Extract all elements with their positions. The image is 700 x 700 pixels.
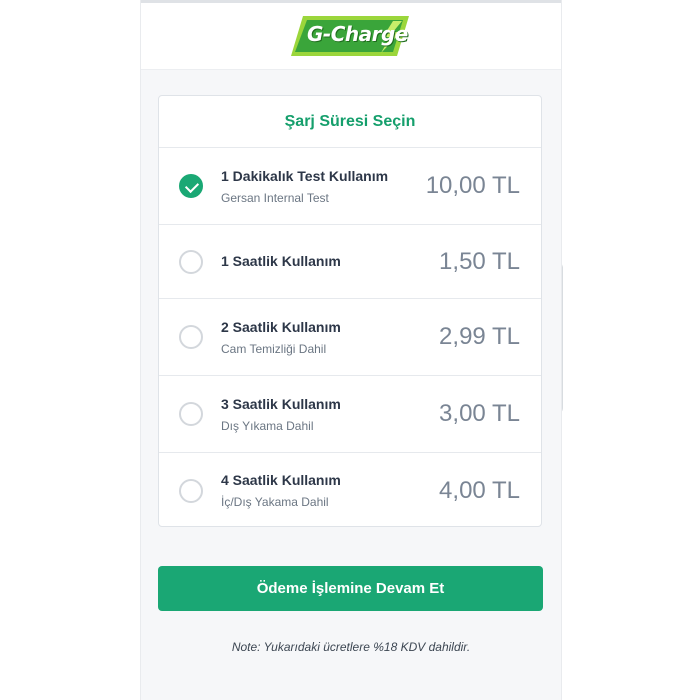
checkmark-icon: [184, 178, 200, 194]
option-price: 2,99 TL: [439, 323, 520, 350]
option-title: 3 Saatlik Kullanım: [221, 396, 341, 412]
duration-selection-card: Şarj Süresi Seçin 1 Dakikalık Test Kulla…: [158, 95, 542, 527]
continue-to-payment-button[interactable]: Ödeme İşlemine Devam Et: [158, 566, 543, 611]
option-title: 2 Saatlik Kullanım: [221, 319, 341, 335]
option-price: 3,00 TL: [439, 400, 520, 427]
radio-checked-icon[interactable]: [179, 174, 203, 198]
option-price: 4,00 TL: [439, 477, 520, 504]
option-subtitle: İç/Dış Yakama Dahil: [221, 495, 329, 509]
app-header: G-Charge: [141, 3, 561, 70]
option-subtitle: Dış Yıkama Dahil: [221, 419, 314, 433]
option-title: 1 Dakikalık Test Kullanım: [221, 168, 389, 184]
option-title: 4 Saatlik Kullanım: [221, 472, 341, 488]
option-row-3-hours[interactable]: 3 Saatlik Kullanım Dış Yıkama Dahil 3,00…: [159, 376, 541, 453]
option-row-2-hours[interactable]: 2 Saatlik Kullanım Cam Temizliği Dahil 2…: [159, 299, 541, 376]
card-title: Şarj Süresi Seçin: [159, 96, 541, 148]
vat-note: Note: Yukarıdaki ücretlere %18 KDV dahil…: [231, 640, 471, 654]
g-charge-logo[interactable]: G-Charge: [289, 13, 413, 59]
radio-unchecked-icon[interactable]: [179, 250, 203, 274]
radio-unchecked-icon[interactable]: [179, 479, 203, 503]
option-price: 1,50 TL: [439, 248, 520, 275]
option-row-1-hour[interactable]: 1 Saatlik Kullanım 1,50 TL: [159, 225, 541, 299]
radio-unchecked-icon[interactable]: [179, 402, 203, 426]
option-subtitle: Cam Temizliği Dahil: [221, 342, 327, 356]
radio-unchecked-icon[interactable]: [179, 325, 203, 349]
option-row-1-minute-test[interactable]: 1 Dakikalık Test Kullanım Gersan Interna…: [159, 148, 541, 225]
logo-text: G-Charge: [307, 22, 408, 46]
option-price: 10,00 TL: [425, 172, 520, 199]
option-subtitle: Gersan Internal Test: [221, 191, 329, 205]
option-title: 1 Saatlik Kullanım: [221, 253, 341, 269]
app-screen: G-Charge Şarj Süresi Seçin 1 Dakikalık T…: [140, 0, 562, 700]
option-row-4-hours[interactable]: 4 Saatlik Kullanım İç/Dış Yakama Dahil 4…: [159, 453, 541, 528]
